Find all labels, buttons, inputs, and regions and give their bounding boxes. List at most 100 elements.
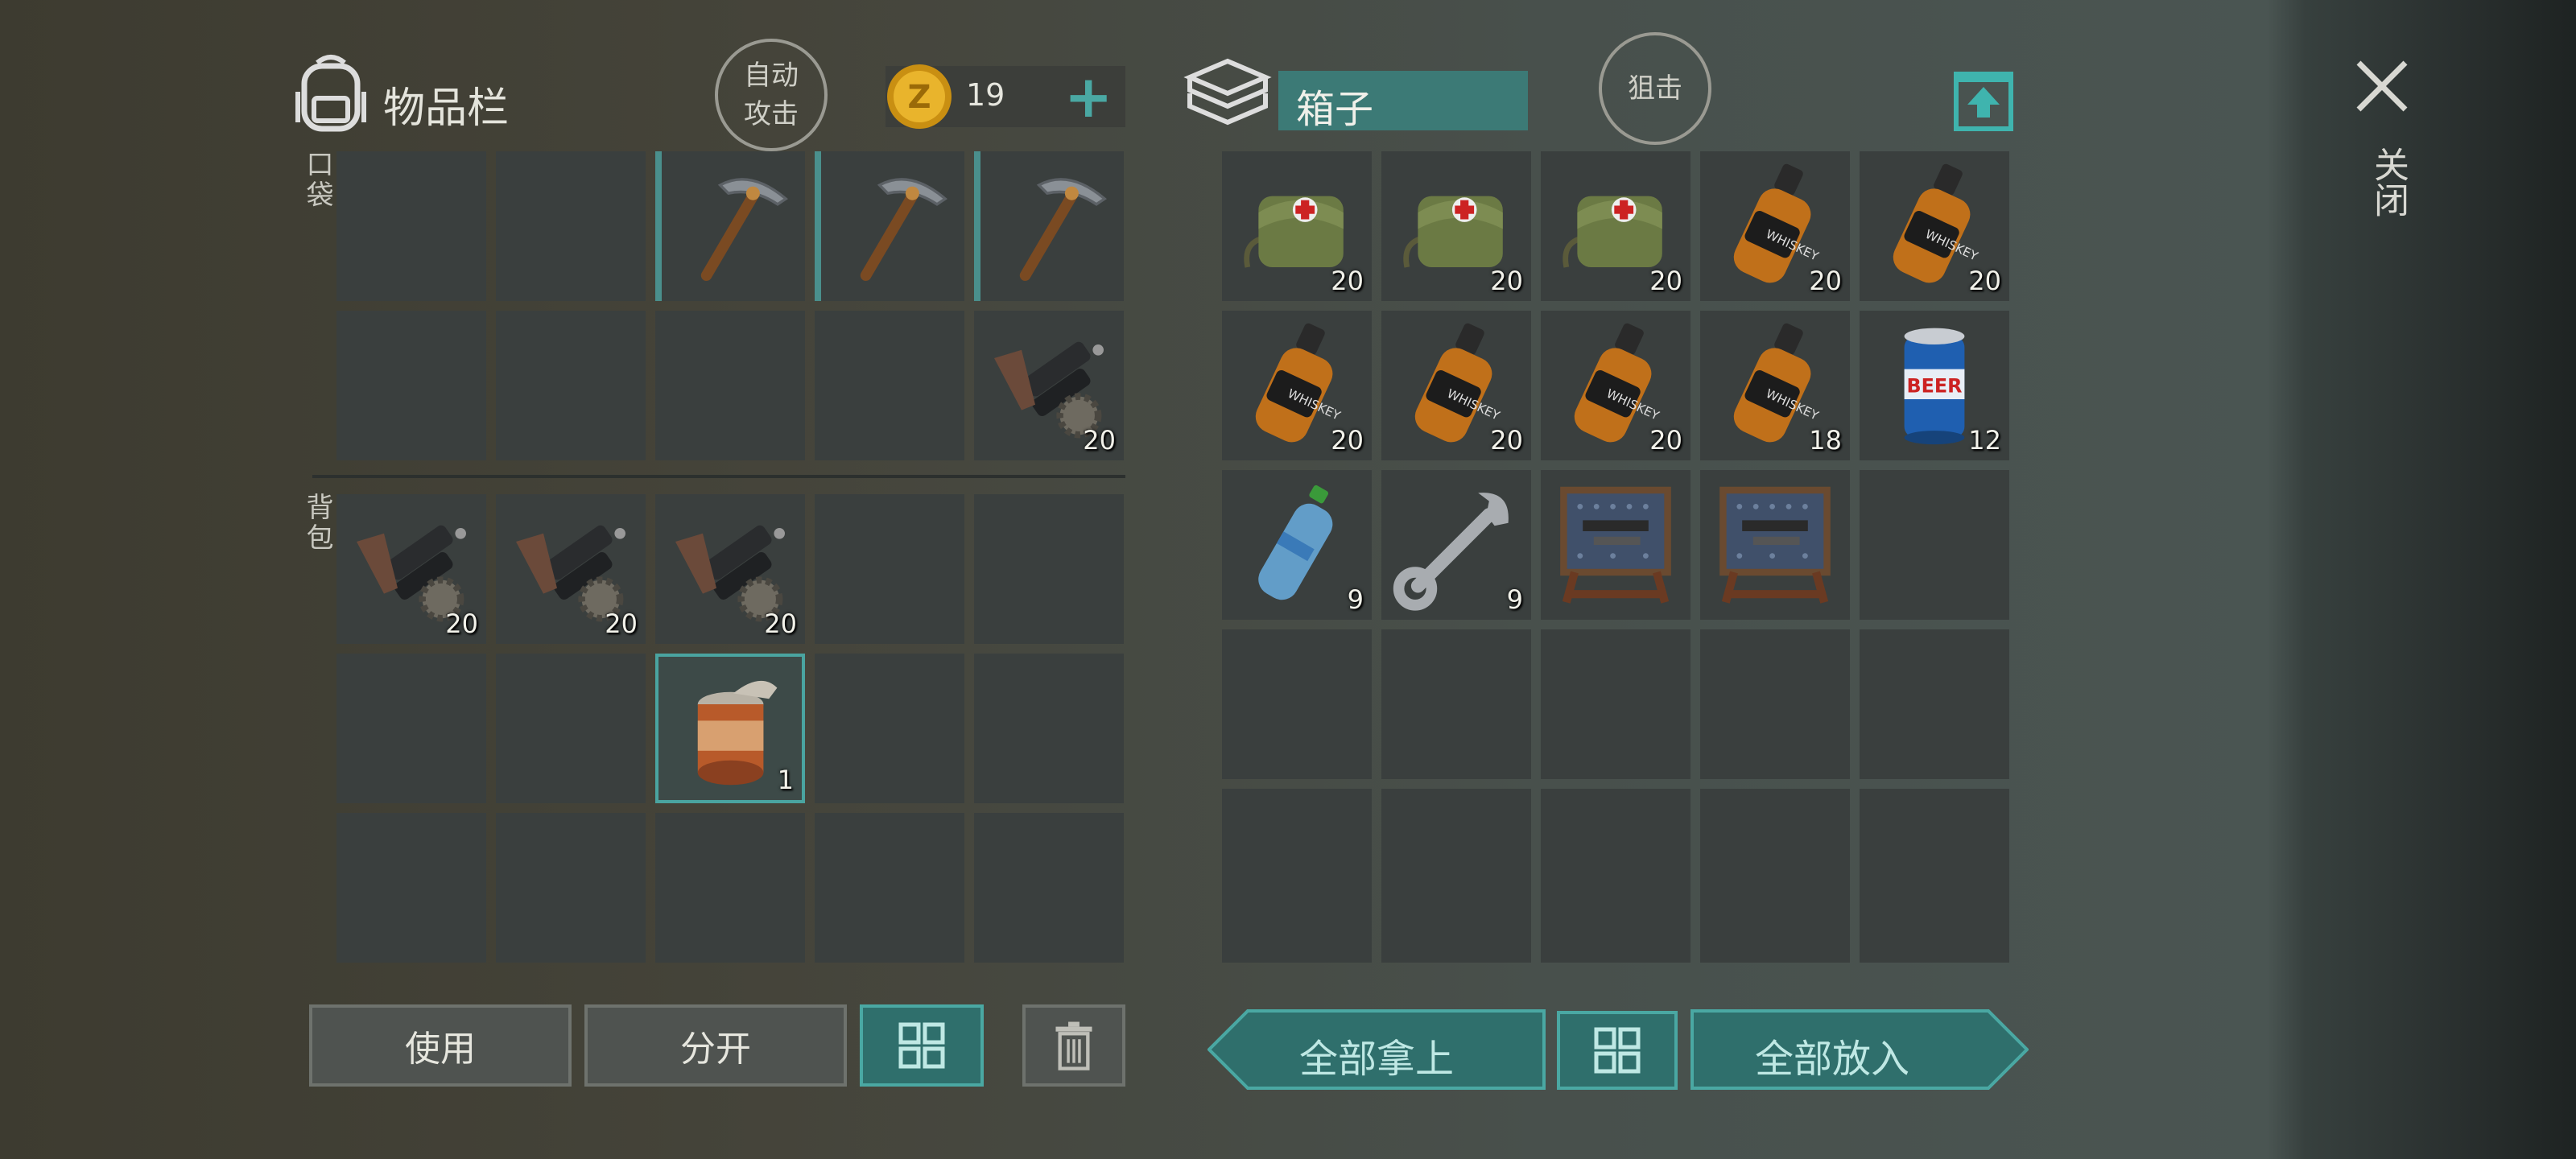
snipe-label: 狙击 [1628,72,1682,105]
box-slot[interactable] [1700,789,1850,938]
coin-amount: 19 [966,77,1005,113]
auto-attack-button[interactable]: 自动 攻击 [715,39,828,151]
take-all-label: 全部拿上 [1299,1037,1455,1082]
auto-attack-label: 自动 攻击 [744,60,799,130]
pocket-slot[interactable] [815,311,964,460]
close-icon [2356,60,2408,112]
sort-box-button[interactable] [1557,1011,1678,1090]
box-slot[interactable]: 20 [1222,151,1372,301]
upload-button[interactable] [1953,71,2014,132]
box-slot[interactable] [1541,470,1690,620]
backpack-slot[interactable] [974,654,1124,803]
item-quantity: 12 [1968,425,2001,456]
pocket-slot[interactable] [336,151,486,301]
coin-icon: Z [884,61,955,132]
backpack-slot[interactable] [496,813,646,963]
box-title: 箱子 [1296,87,1374,132]
box-slot[interactable]: WHISKEY 18 [1700,311,1850,460]
upload-icon [1954,72,2013,131]
put-all-label: 全部放入 [1755,1037,1910,1082]
backpack-slot[interactable] [336,813,486,963]
backpack-slot[interactable] [974,813,1124,963]
pocket-slot[interactable] [336,311,486,460]
put-all-button[interactable]: 全部放入 [1690,1009,2029,1090]
backpack-slot[interactable]: 1 [655,654,805,803]
add-coins-button[interactable]: + [1064,63,1113,130]
box-slot[interactable] [1860,629,2009,779]
box-slot[interactable]: 9 [1222,470,1372,620]
backpack-slot[interactable] [815,813,964,963]
item-quantity: 9 [1347,584,1364,615]
box-slot[interactable]: 20 [1381,151,1531,301]
pocket-slot[interactable] [815,151,964,301]
box-slot[interactable] [1222,789,1372,938]
backpack-slot[interactable] [815,654,964,803]
svg-text:Z: Z [907,79,931,116]
pocket-slot[interactable] [974,151,1124,301]
pocket-slot[interactable] [496,151,646,301]
item-quantity: 20 [605,608,638,639]
item-quantity: 20 [1968,266,2001,296]
box-slot[interactable]: WHISKEY 20 [1700,151,1850,301]
box-slot[interactable]: WHISKEY 20 [1860,151,2009,301]
section-divider [312,475,1125,478]
grid-sort-icon [898,1022,945,1069]
pocket-slot[interactable]: 20 [974,311,1124,460]
box-slot[interactable] [1541,629,1690,779]
pocket-label: 口袋 [301,150,333,211]
split-button[interactable]: 分开 [584,1004,847,1087]
backpack-icon [293,52,369,132]
item-quantity: 20 [1331,425,1364,456]
box-slot[interactable] [1222,629,1372,779]
pocket-slot[interactable] [496,311,646,460]
box-slot[interactable]: WHISKEY 20 [1541,311,1690,460]
backpack-slot[interactable] [336,654,486,803]
coin-bar: Z 19 + [886,63,1125,130]
box-slot[interactable]: WHISKEY 20 [1222,311,1372,460]
close-button[interactable]: 关闭 [2351,53,2415,238]
item-quantity: 20 [1490,266,1523,296]
box-slot[interactable]: 20 [1541,151,1690,301]
trash-button[interactable] [1022,1004,1125,1087]
box-slot[interactable] [1541,789,1690,938]
box-title-field[interactable]: 箱子 [1278,71,1528,132]
sort-inventory-button[interactable] [860,1004,984,1087]
backpack-slot[interactable] [815,494,964,644]
close-label: 关闭 [2368,146,2409,217]
box-slot[interactable] [1381,789,1531,938]
item-quantity: 20 [1649,266,1682,296]
item-quantity: 20 [764,608,797,639]
box-slot[interactable] [1860,470,2009,620]
pocket-slot[interactable] [655,311,805,460]
box-slot[interactable]: 9 [1381,470,1531,620]
box-icon [1183,53,1272,134]
use-button[interactable]: 使用 [309,1004,572,1087]
item-quantity: 18 [1809,425,1842,456]
box-slot[interactable] [1860,789,2009,938]
grid-sort-icon [1594,1027,1641,1074]
trash-icon [1055,1021,1092,1070]
box-slot[interactable] [1381,629,1531,779]
take-all-button[interactable]: 全部拿上 [1208,1009,1546,1090]
box-slot[interactable]: BEER 12 [1860,311,2009,460]
backpack-label: 背包 [301,493,333,554]
item-quantity: 20 [445,608,478,639]
backpack-slot[interactable]: 20 [655,494,805,644]
item-quantity: 20 [1490,425,1523,456]
backpack-slot[interactable] [974,494,1124,644]
item-quantity: 1 [777,765,794,795]
pocket-slot[interactable] [655,151,805,301]
box-slot[interactable]: WHISKEY 20 [1381,311,1531,460]
item-quantity: 20 [1083,425,1116,456]
box-slot[interactable] [1700,470,1850,620]
snipe-button[interactable]: 狙击 [1599,32,1711,145]
backpack-slot[interactable] [496,654,646,803]
backpack-slot[interactable] [655,813,805,963]
backpack-slot[interactable]: 20 [496,494,646,644]
item-quantity: 9 [1506,584,1523,615]
item-quantity: 20 [1649,425,1682,456]
item-quantity: 20 [1331,266,1364,296]
backpack-slot[interactable]: 20 [336,494,486,644]
box-slot[interactable] [1700,629,1850,779]
svg-text:BEER: BEER [1907,375,1963,398]
